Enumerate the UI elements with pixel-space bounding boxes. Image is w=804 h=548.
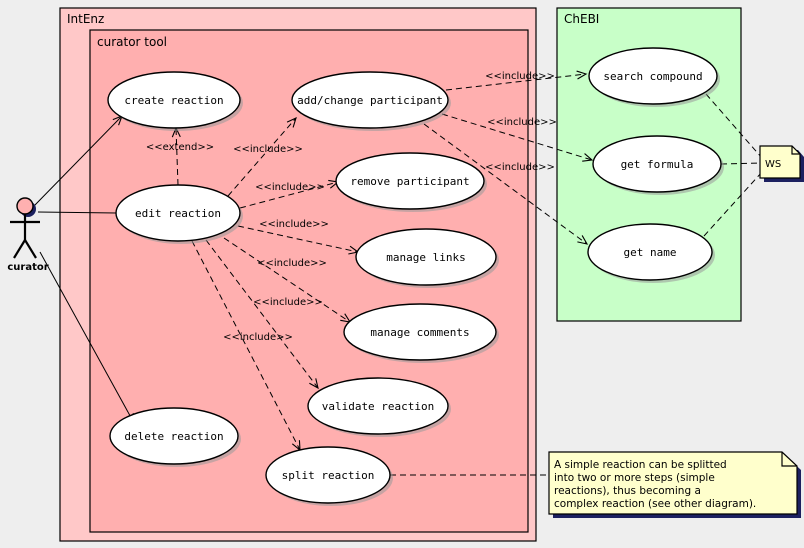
use-case-label: create reaction bbox=[124, 94, 223, 107]
package-curator-tool-label: curator tool bbox=[97, 35, 167, 49]
stereotype-label-include-validate: <<include>> bbox=[253, 297, 323, 308]
note-ws-label: WS bbox=[765, 159, 781, 170]
stereotype-label-include-split: <<include>> bbox=[223, 332, 293, 343]
note-split-reaction: A simple reaction can be splitted into t… bbox=[548, 451, 801, 518]
use-case-label: remove participant bbox=[350, 175, 469, 188]
package-chebi-label: ChEBI bbox=[564, 12, 599, 26]
use-case-label: get formula bbox=[621, 158, 694, 171]
use-case-label: delete reaction bbox=[124, 430, 223, 443]
note-split-line-3: reactions), thus becoming a bbox=[554, 485, 701, 497]
use-case-diagram: IntEnz curator tool ChEBI create reactio… bbox=[7, 7, 804, 542]
use-case-label: search compound bbox=[603, 70, 702, 83]
note-split-line-4: complex reaction (see other diagram). bbox=[554, 498, 756, 510]
actor-label: curator bbox=[7, 262, 48, 273]
stereotype-label-include-links: <<include>> bbox=[259, 219, 329, 230]
note-ws: WS bbox=[759, 145, 804, 182]
stereotype-label-include-remove: <<include>> bbox=[255, 182, 325, 193]
note-split-line-2: into two or more steps (simple bbox=[554, 472, 715, 484]
note-split-line-1: A simple reaction can be splitted bbox=[554, 459, 727, 471]
use-case-label: manage comments bbox=[370, 326, 469, 339]
use-case-label: manage links bbox=[386, 251, 465, 264]
actor-leg-right bbox=[24, 239, 37, 259]
use-case-label: add/change participant bbox=[297, 94, 443, 107]
stereotype-label-include-name: <<include>> bbox=[485, 162, 555, 173]
use-case-label: get name bbox=[624, 246, 677, 259]
use-case-label: split reaction bbox=[282, 469, 375, 482]
actor-curator[interactable]: curator bbox=[7, 197, 49, 273]
stereotype-label-extend: <<extend>> bbox=[146, 142, 214, 153]
stereotype-label-include-comments: <<include>> bbox=[257, 258, 327, 269]
stereotype-label-include-formula: <<include>> bbox=[487, 117, 557, 128]
use-case-label: edit reaction bbox=[135, 207, 221, 220]
stereotype-label-include-add-change: <<include>> bbox=[233, 144, 303, 155]
diagram-canvas: IntEnz curator tool ChEBI create reactio… bbox=[0, 0, 804, 548]
stereotype-label-include-search: <<include>> bbox=[485, 71, 555, 82]
actor-head-icon bbox=[16, 197, 34, 215]
use-case-label: validate reaction bbox=[322, 400, 435, 413]
package-intenz-label: IntEnz bbox=[67, 12, 104, 26]
actor-leg-left bbox=[13, 239, 26, 259]
